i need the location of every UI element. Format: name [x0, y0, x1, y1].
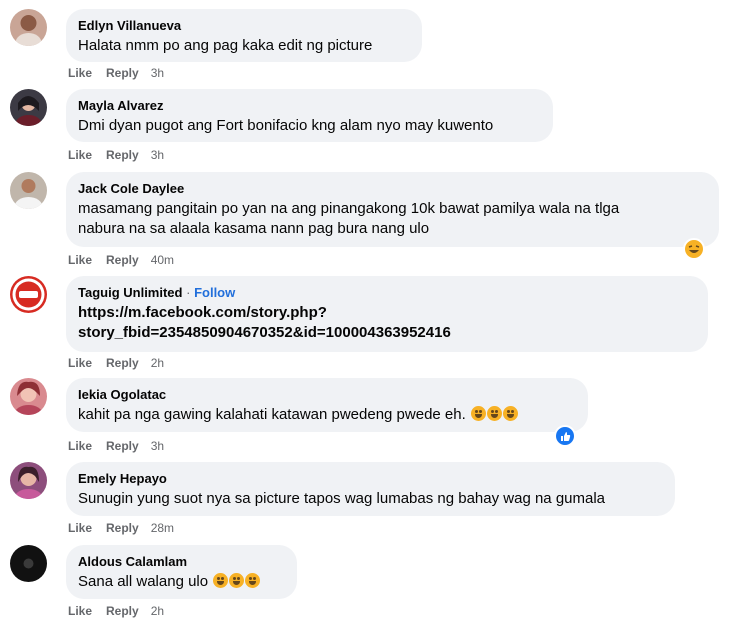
comment-author[interactable]: Edlyn Villanueva [78, 17, 410, 34]
like-button[interactable]: Like [68, 521, 92, 535]
comment-text: Dmi dyan pugot ang Fort bonifacio kng al… [78, 117, 494, 134]
comment-link[interactable]: story_fbid=2354850904670352&id=100004363… [78, 323, 696, 343]
comment-time[interactable]: 2h [151, 604, 164, 618]
comment-actions: Like Reply 2h [68, 356, 178, 370]
comment-author[interactable]: Jack Cole Daylee [78, 180, 707, 197]
comment-actions: Like Reply 28m [68, 521, 188, 535]
reply-button[interactable]: Reply [106, 604, 139, 618]
comment-bubble: Emely Hepayo Sunugin yung suot nya sa pi… [66, 462, 675, 516]
comment-author[interactable]: Emely Hepayo [78, 470, 663, 487]
comment-bubble: Mayla Alvarez Dmi dyan pugot ang Fort bo… [66, 89, 553, 142]
comment-text-body: kahit pa nga gawing kalahati katawan pwe… [78, 406, 466, 423]
rofl-emoji-icon [245, 573, 261, 588]
comment-time[interactable]: 28m [151, 521, 174, 535]
comment-time[interactable]: 2h [151, 356, 164, 370]
comment-actions: Like Reply 3h [68, 148, 178, 162]
like-button[interactable]: Like [68, 604, 92, 618]
reply-button[interactable]: Reply [106, 521, 139, 535]
rofl-emoji-icon [229, 573, 245, 588]
avatar[interactable] [10, 462, 47, 499]
rofl-emoji-icon [213, 573, 229, 588]
reply-button[interactable]: Reply [106, 356, 139, 370]
comment-bubble: Edlyn Villanueva Halata nmm po ang pag k… [66, 9, 422, 62]
comment-actions: Like Reply 2h [68, 604, 178, 618]
comment-time[interactable]: 3h [151, 148, 164, 162]
comment-author[interactable]: Iekia Ogolatac [78, 386, 576, 403]
comment-time[interactable]: 3h [151, 66, 164, 80]
reply-button[interactable]: Reply [106, 253, 139, 267]
comment-text: nabura na sa alaala kasama nann pag bura… [78, 220, 430, 237]
comment-bubble: Taguig Unlimited · Follow https://m.face… [66, 276, 708, 352]
comment-time[interactable]: 40m [151, 253, 174, 267]
comment-author-name[interactable]: Taguig Unlimited [78, 285, 182, 300]
avatar[interactable] [10, 545, 47, 582]
comment-text: kahit pa nga gawing kalahati katawan pwe… [78, 405, 576, 425]
avatar[interactable] [10, 9, 47, 46]
comment-text: Sunugin yung suot nya sa picture tapos w… [78, 490, 606, 507]
reply-button[interactable]: Reply [106, 66, 139, 80]
laughing-emoji-icon [502, 406, 518, 421]
like-button[interactable]: Like [68, 439, 92, 453]
comment-actions: Like Reply 40m [68, 253, 188, 267]
avatar[interactable] [10, 378, 47, 415]
comment-author[interactable]: Aldous Calamlam [78, 553, 285, 570]
follow-button[interactable]: Follow [194, 285, 235, 300]
comment-author: Taguig Unlimited · Follow [78, 284, 696, 301]
reply-button[interactable]: Reply [106, 148, 139, 162]
comment-text: Halata nmm po ang pag kaka edit ng pictu… [78, 37, 373, 54]
like-button[interactable]: Like [68, 253, 92, 267]
comment-bubble: Aldous Calamlam Sana all walang ulo [66, 545, 297, 599]
like-icon[interactable] [554, 425, 576, 447]
comment-author[interactable]: Mayla Alvarez [78, 97, 541, 114]
avatar[interactable] [10, 172, 47, 209]
comment-link[interactable]: https://m.facebook.com/story.php? [78, 303, 696, 323]
comment-time[interactable]: 3h [151, 439, 164, 453]
like-button[interactable]: Like [68, 356, 92, 370]
comment-text: Sana all walang ulo [78, 572, 285, 592]
comment-bubble: Jack Cole Daylee masamang pangitain po y… [66, 172, 719, 247]
laughing-emoji-icon [470, 406, 486, 421]
reply-button[interactable]: Reply [106, 439, 139, 453]
haha-icon[interactable] [683, 238, 705, 260]
like-button[interactable]: Like [68, 66, 92, 80]
comment-text-body: Sana all walang ulo [78, 573, 209, 590]
avatar[interactable] [10, 276, 47, 313]
comment-actions: Like Reply 3h [68, 439, 178, 453]
like-button[interactable]: Like [68, 148, 92, 162]
laughing-emoji-icon [486, 406, 502, 421]
comment-text: masamang pangitain po yan na ang pinanga… [78, 200, 620, 217]
separator-dot: · [186, 285, 191, 300]
comment-bubble: Iekia Ogolatac kahit pa nga gawing kalah… [66, 378, 588, 432]
comment-actions: Like Reply 3h [68, 66, 178, 80]
avatar[interactable] [10, 89, 47, 126]
